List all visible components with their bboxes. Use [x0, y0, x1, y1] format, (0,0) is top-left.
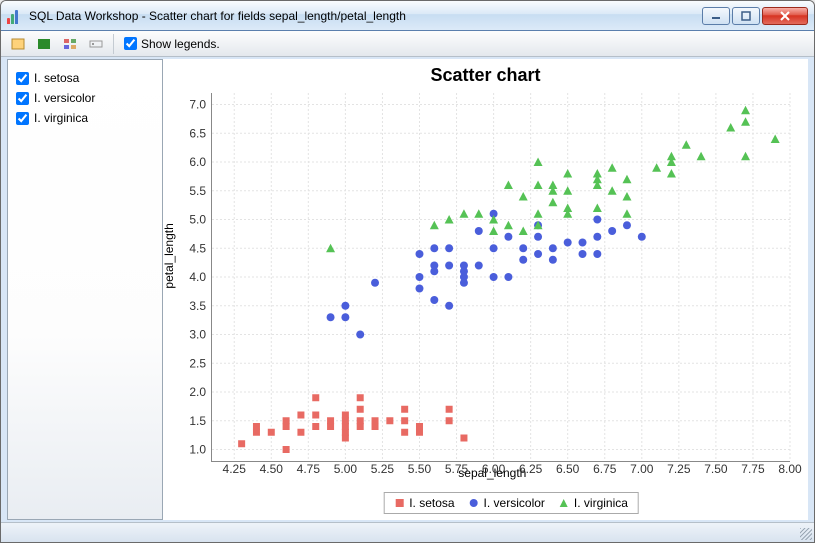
svg-text:7.00: 7.00 [630, 462, 654, 476]
svg-text:6.75: 6.75 [593, 462, 617, 476]
svg-text:5.5: 5.5 [189, 184, 206, 198]
toolbar: Show legends. [1, 31, 814, 57]
svg-text:2.5: 2.5 [189, 356, 206, 370]
svg-text:7.75: 7.75 [741, 462, 765, 476]
plot-svg: 4.254.504.755.005.255.505.756.006.256.50… [212, 93, 790, 461]
svg-text:1.0: 1.0 [189, 443, 206, 457]
svg-text:6.50: 6.50 [556, 462, 580, 476]
chart-area: Scatter chart petal_length sepal_length … [163, 59, 808, 520]
sidebar-item-label: I. setosa [34, 71, 79, 85]
tool-legend-button[interactable] [85, 34, 107, 54]
svg-text:5.0: 5.0 [189, 213, 206, 227]
series-toggle-versicolor[interactable] [16, 92, 29, 105]
maximize-button[interactable] [732, 7, 760, 25]
svg-text:7.0: 7.0 [189, 98, 206, 112]
toolbar-separator [113, 34, 114, 54]
series-toggle-virginica[interactable] [16, 112, 29, 125]
svg-text:7.25: 7.25 [667, 462, 691, 476]
tool-rect-outline-button[interactable] [7, 34, 29, 54]
svg-text:5.00: 5.00 [334, 462, 358, 476]
legend-label: I. setosa [409, 496, 454, 510]
tool-palette-button[interactable] [59, 34, 81, 54]
y-axis-label: petal_length [162, 223, 176, 288]
svg-text:6.0: 6.0 [189, 155, 206, 169]
svg-text:6.25: 6.25 [519, 462, 543, 476]
close-button[interactable] [762, 7, 808, 25]
show-legends-label: Show legends. [141, 37, 220, 51]
sidebar-item-setosa[interactable]: I. setosa [14, 68, 156, 88]
legend-item-setosa: I. setosa [394, 496, 454, 510]
status-bar [1, 522, 814, 542]
svg-text:7.50: 7.50 [704, 462, 728, 476]
legend-item-virginica: I. virginica [559, 496, 628, 510]
chart-legend: I. setosa I. versicolor I. virginica [383, 492, 639, 514]
sidebar-item-virginica[interactable]: I. virginica [14, 108, 156, 128]
tool-rect-fill-button[interactable] [33, 34, 55, 54]
sidebar-item-label: I. versicolor [34, 91, 95, 105]
svg-text:5.75: 5.75 [445, 462, 469, 476]
svg-text:4.5: 4.5 [189, 241, 206, 255]
titlebar[interactable]: SQL Data Workshop - Scatter chart for fi… [1, 1, 814, 31]
svg-text:6.00: 6.00 [482, 462, 506, 476]
svg-text:2.0: 2.0 [189, 385, 206, 399]
legend-label: I. virginica [574, 496, 628, 510]
legend-label: I. versicolor [484, 496, 545, 510]
svg-text:4.0: 4.0 [189, 270, 206, 284]
svg-text:4.25: 4.25 [223, 462, 247, 476]
show-legends-input[interactable] [124, 37, 137, 50]
body: I. setosa I. versicolor I. virginica Sca… [1, 57, 814, 522]
minimize-button[interactable] [702, 7, 730, 25]
svg-text:3.0: 3.0 [189, 328, 206, 342]
app-window: SQL Data Workshop - Scatter chart for fi… [0, 0, 815, 543]
window-title: SQL Data Workshop - Scatter chart for fi… [29, 9, 702, 23]
svg-text:3.5: 3.5 [189, 299, 206, 313]
svg-text:5.50: 5.50 [408, 462, 432, 476]
svg-text:6.5: 6.5 [189, 126, 206, 140]
series-toggle-setosa[interactable] [16, 72, 29, 85]
legend-item-versicolor: I. versicolor [469, 496, 545, 510]
svg-text:8.00: 8.00 [778, 462, 802, 476]
svg-text:4.75: 4.75 [297, 462, 321, 476]
chart-title: Scatter chart [163, 65, 808, 86]
show-legends-checkbox[interactable]: Show legends. [124, 37, 220, 51]
resize-grip-icon[interactable] [800, 528, 812, 540]
svg-text:4.50: 4.50 [260, 462, 284, 476]
series-sidebar: I. setosa I. versicolor I. virginica [7, 59, 163, 520]
svg-text:5.25: 5.25 [371, 462, 395, 476]
svg-text:1.5: 1.5 [189, 414, 206, 428]
app-icon [7, 8, 23, 24]
sidebar-item-versicolor[interactable]: I. versicolor [14, 88, 156, 108]
plot-region: 4.254.504.755.005.255.505.756.006.256.50… [211, 93, 790, 462]
sidebar-item-label: I. virginica [34, 111, 88, 125]
